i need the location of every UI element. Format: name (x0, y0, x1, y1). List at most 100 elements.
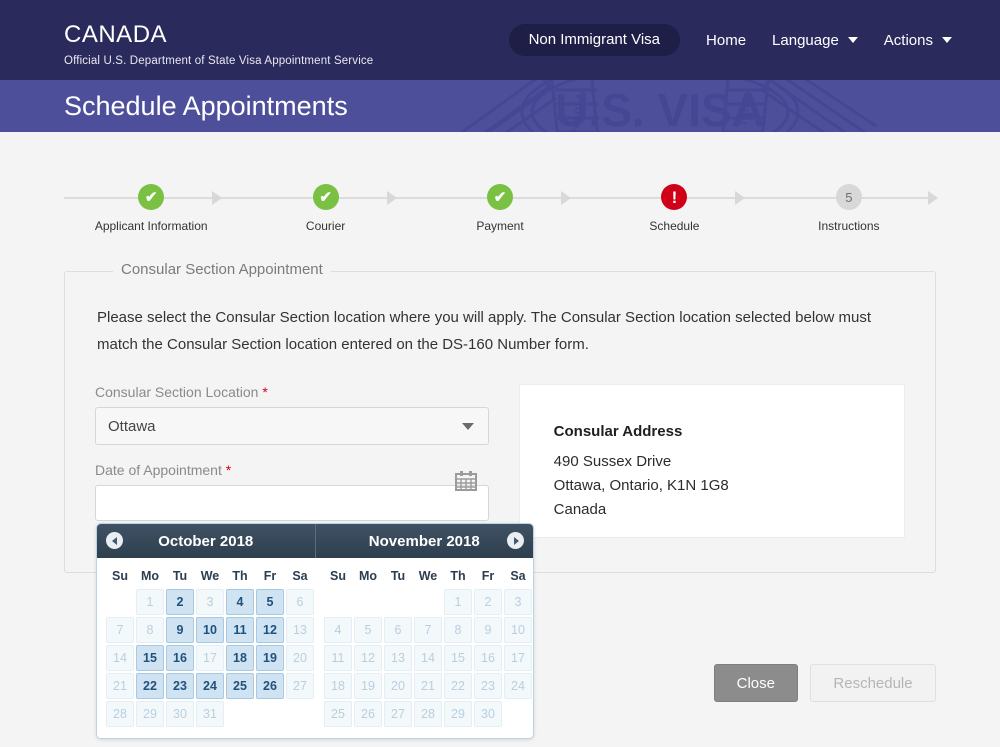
date-of-appointment-label-text: Date of Appointment (95, 462, 222, 478)
us-visa-stamp-watermark: U.S. VISA orary V - Temp (459, 80, 877, 132)
next-month-button[interactable] (507, 532, 524, 549)
weekday-label: Su (112, 569, 128, 583)
calendar-day-disabled: 11 (324, 645, 352, 671)
calendar-day-available[interactable]: 18 (226, 645, 254, 671)
alert-circle-icon: ! (661, 184, 688, 210)
check-circle-icon: ✔ (138, 184, 165, 210)
calendar-day-disabled: 10 (504, 617, 532, 643)
calendar-day-disabled: 7 (106, 617, 134, 643)
chevron-down-icon (942, 37, 952, 43)
check-glyph: ✔ (493, 188, 507, 206)
calendar-day-available[interactable]: 11 (226, 617, 254, 643)
calendar-month-left: October 2018 (97, 524, 315, 558)
calendar-day-disabled: 19 (354, 673, 382, 699)
reschedule-button: Reschedule (810, 664, 936, 702)
calendar-day-disabled: 29 (136, 701, 164, 727)
calendar-day-disabled: 30 (166, 701, 194, 727)
stepper-arrow-icon (561, 191, 572, 205)
weekday-label: Su (330, 569, 346, 583)
calendar-week-row: 18 19 20 21 22 23 24 (323, 672, 533, 700)
appointment-form-fields: Consular Section Location * Ottawa Date … (95, 384, 489, 521)
calendar-week-row: 11 12 13 14 15 16 17 (323, 644, 533, 672)
calendar-weeks-november: 1 2 3 4 5 6 7 8 9 10 11 12 13 14 15 16 17 18 19 20 21 22 23 24 2… (323, 588, 533, 728)
chevron-down-icon (461, 422, 474, 430)
calendar-week-row: 123456 (105, 588, 315, 616)
calendar-month-left-title: October 2018 (158, 532, 254, 550)
calendar-day-disabled: 21 (414, 673, 442, 699)
calendar-week-row: 7 8 9 10 11 12 13 (105, 616, 315, 644)
appointment-form-row: Consular Section Location * Ottawa Date … (95, 384, 905, 538)
date-of-appointment-input[interactable] (95, 485, 489, 521)
calendar-day-available[interactable]: 22 (136, 673, 164, 699)
nav-actions[interactable]: Actions (884, 32, 952, 49)
brand-title: Canada (64, 11, 168, 50)
nav-actions-label: Actions (883, 31, 933, 49)
step-number: 5 (845, 189, 853, 205)
nav-home[interactable]: Home (706, 32, 746, 49)
weekday-label: Th (232, 569, 248, 583)
date-of-appointment-label: Date of Appointment * (95, 462, 489, 478)
calendar-day-disabled: 31 (196, 701, 224, 727)
calendar-day-available[interactable]: 15 (136, 645, 164, 671)
calendar-week-row: 4 5 6 7 8 9 10 (323, 616, 533, 644)
weekday-label: We (418, 569, 438, 583)
calendar-day-disabled: 17 (196, 645, 224, 671)
calendar-day-available[interactable]: 16 (166, 645, 194, 671)
consular-address-line-3: Canada (553, 501, 607, 518)
step-label: Applicant Information (94, 219, 208, 233)
calendar-day-disabled: 7 (414, 617, 442, 643)
weekday-label: Fr (263, 569, 277, 583)
calendar-day-empty (106, 589, 134, 615)
calendar-day-disabled: 29 (444, 701, 472, 727)
date-picker-calendar: October 2018 November 2018 Su Mo Tu We T… (96, 523, 534, 739)
calendar-weeks-october: 1 2 3 4 5 6 7 8 9 10 11 12 13 14 15 16 17 18 19 20 21 22 23 24 2… (105, 588, 315, 728)
calendar-day-disabled: 8 (136, 617, 164, 643)
calendar-day-available[interactable]: 25 (226, 673, 254, 699)
calendar-day-disabled: 24 (504, 673, 532, 699)
nav-non-immigrant-visa[interactable]: Non Immigrant Visa (508, 24, 681, 56)
calendar-day-available[interactable]: 10 (196, 617, 224, 643)
calendar-day-disabled: 26 (354, 701, 382, 727)
calendar-week-row: 25 26 27 28 29 30 (323, 700, 533, 728)
check-glyph: ✔ (319, 188, 332, 206)
calendar-week-row: 123 (323, 588, 533, 616)
calendar-day-disabled: 13 (384, 645, 412, 671)
calendar-month-right: November 2018 (314, 524, 534, 558)
calendar-day-empty (504, 701, 532, 727)
calendar-day-available[interactable]: 26 (256, 673, 284, 699)
calendar-day-available[interactable]: 2 (166, 589, 194, 615)
calendar-day-empty (414, 589, 442, 615)
consular-address-line-1: 490 Sussex Drive (553, 453, 672, 470)
calendar-day-available[interactable]: 24 (196, 673, 224, 699)
calendar-day-available[interactable]: 12 (256, 617, 284, 643)
weekday-label: Fr (481, 569, 495, 583)
weekday-label: Sa (510, 569, 526, 583)
calendar-day-disabled: 21 (106, 673, 134, 699)
footer-button-row: Close Reschedule (713, 664, 936, 702)
stepper-arrow-icon (386, 191, 397, 205)
calendar-day-available[interactable]: 19 (256, 645, 284, 671)
calendar-header: October 2018 November 2018 (97, 524, 533, 558)
step-label: Schedule (649, 219, 700, 233)
calendar-week-row: 28 29 30 31 (105, 700, 315, 728)
calendar-day-disabled: 15 (444, 645, 472, 671)
check-circle-icon: ✔ (487, 184, 514, 210)
prev-month-button[interactable] (106, 532, 123, 549)
exclamation-glyph: ! (671, 187, 678, 207)
calendar-day-available[interactable]: 5 (256, 589, 284, 615)
top-navigation-bar: Canada Official U.S. Department of State… (0, 0, 1000, 80)
required-marker: * (262, 384, 268, 400)
nav-language[interactable]: Language (772, 32, 858, 49)
calendar-icon[interactable] (454, 470, 477, 496)
calendar-day-disabled: 3 (504, 589, 532, 615)
calendar-day-available[interactable]: 23 (166, 673, 194, 699)
step-label: Payment (476, 219, 524, 233)
calendar-day-available[interactable]: 4 (226, 589, 254, 615)
step-instructions[interactable]: 5 Instructions (762, 184, 936, 233)
brand-block: Canada Official U.S. Department of State… (0, 14, 373, 67)
calendar-day-disabled: 8 (444, 617, 472, 643)
close-button[interactable]: Close (713, 664, 798, 702)
consular-location-select[interactable]: Ottawa (95, 407, 489, 445)
calendar-day-empty (354, 589, 382, 615)
calendar-day-available[interactable]: 9 (166, 617, 194, 643)
